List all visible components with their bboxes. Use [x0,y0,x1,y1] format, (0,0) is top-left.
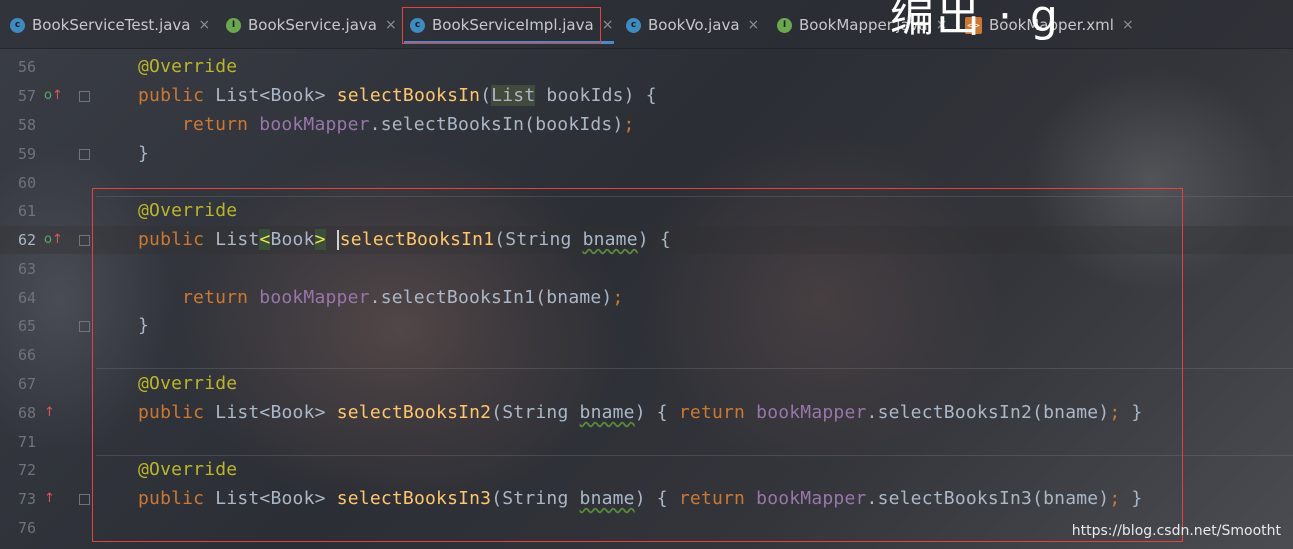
line-number: 73 [17,490,36,508]
override-glyph: o [44,232,52,247]
open-paren: ( [480,85,492,106]
arrow-up-icon: ↑ [51,88,63,103]
param-type: List [491,85,536,106]
close-icon[interactable]: × [385,17,397,33]
line-number: 56 [17,58,36,76]
close-icon[interactable]: × [199,17,211,33]
active-tab-highlight-box [402,7,601,44]
line-number: 66 [17,346,36,364]
code-line-56[interactable]: @Override [138,56,237,77]
arrow-up-icon: ↑ [44,491,55,506]
line-number: 64 [17,289,36,307]
line-number: 65 [17,317,36,335]
override-method-icon[interactable]: o↑ [44,232,63,247]
interface-icon: I [226,17,241,33]
semicolon: ; [623,114,635,135]
code-line-57[interactable]: public List<Book> selectBooksIn(List boo… [138,85,657,106]
override-method-icon[interactable]: ↑ [44,405,55,420]
keyword: return [182,114,249,135]
field-ref: bookMapper [259,114,370,135]
fold-marker-icon[interactable] [79,149,90,160]
method-name: selectBooksIn [336,85,481,106]
tab-bookservicetest[interactable]: c BookServiceTest.java × [10,10,210,40]
class-icon: c [10,17,25,33]
close-icon[interactable]: × [1122,17,1134,33]
line-number: 68 [17,404,36,422]
fold-marker-icon[interactable] [79,321,90,332]
line-number: 71 [17,433,36,451]
arrow-up-icon: ↑ [44,405,55,420]
arrow-up-icon: ↑ [51,232,63,247]
tab-bookvo[interactable]: c BookVo.java × [626,10,759,40]
tab-label: BookService.java [248,16,377,34]
code-rest: .selectBooksIn(bookIds) [369,114,624,135]
line-number: 60 [17,174,36,192]
return-type: List<Book> [215,85,326,106]
fold-marker-icon[interactable] [79,91,90,102]
override-method-icon[interactable]: o↑ [44,88,63,103]
line-number: 59 [17,145,36,163]
code-rest: bookIds) { [535,85,657,106]
line-number: 62 [17,231,36,249]
editor-tab-bar: c BookServiceTest.java × I BookService.j… [0,0,1293,49]
line-number: 57 [17,87,36,105]
background-overlay-text: 编出 · g [890,0,1060,42]
close-icon[interactable]: × [748,17,760,33]
line-number: 63 [17,260,36,278]
line-number: 58 [17,116,36,134]
tab-label: BookVo.java [648,16,740,34]
override-glyph: o [44,88,52,103]
keyword: public [138,85,205,106]
fold-marker-icon[interactable] [79,235,90,246]
line-number: 76 [17,519,36,537]
close-icon[interactable]: × [602,17,614,33]
override-method-icon[interactable]: ↑ [44,491,55,506]
class-icon: c [626,17,641,33]
line-number: 67 [17,375,36,393]
tab-bookservice[interactable]: I BookService.java × [226,10,397,40]
code-line-58[interactable]: return bookMapper.selectBooksIn(bookIds)… [182,114,635,135]
interface-icon: I [777,17,792,33]
annotation-highlight-box [92,188,1183,542]
line-number: 61 [17,202,36,220]
watermark-text: https://blog.csdn.net/Smootht [1071,523,1281,539]
fold-marker-icon[interactable] [79,494,90,505]
tab-label: BookServiceTest.java [32,16,191,34]
line-number: 72 [17,461,36,479]
code-line-59[interactable]: } [138,143,149,164]
